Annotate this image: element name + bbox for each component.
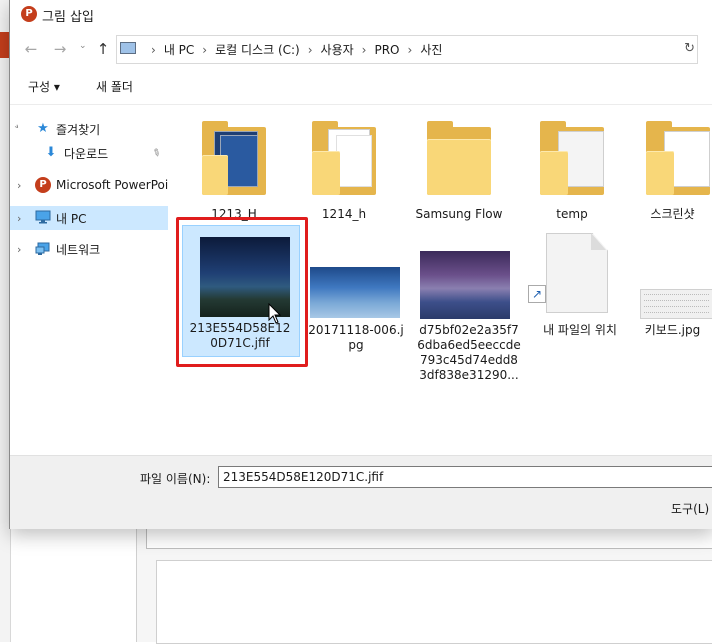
breadcrumb: › 내 PC › 로컬 디스크 (C:) › 사용자 › PRO › 사진 bbox=[143, 36, 442, 63]
navigation-pane: ˅ ★ 즐겨찾기 ⬇ 다운로드 ✎ › P Microsoft PowerPoi… bbox=[10, 105, 168, 455]
folder-icon bbox=[198, 117, 270, 197]
file-name-line1: d75bf02e2a35f7 bbox=[419, 323, 519, 337]
folder-icon bbox=[642, 117, 712, 197]
sidebar-item-powerpoint[interactable]: › P Microsoft PowerPoin bbox=[10, 173, 168, 197]
file-name-bar: 파일 이름(N): 213E554D58E120D71C.jfif 도구(L) bbox=[10, 455, 712, 529]
download-icon: ⬇ bbox=[45, 145, 57, 160]
highlight-box bbox=[176, 217, 308, 367]
file-item[interactable]: d75bf02e2a35f7 6dba6ed5eeccde 793c45d74e… bbox=[416, 225, 522, 385]
image-thumbnail bbox=[420, 251, 510, 319]
file-name-label: 파일 이름(N): bbox=[140, 472, 211, 486]
title-bar: P 그림 삽입 bbox=[10, 0, 712, 30]
powerpoint-icon: P bbox=[35, 177, 51, 193]
folder-item[interactable]: Samsung Flow bbox=[404, 111, 514, 223]
shortcut-arrow-icon: ↗ bbox=[528, 285, 546, 303]
chevron-right-icon[interactable]: › bbox=[17, 179, 21, 192]
folder-icon bbox=[536, 117, 608, 197]
star-icon: ★ bbox=[37, 121, 49, 136]
slide-placeholder bbox=[156, 560, 712, 644]
folder-item[interactable]: 1213_H bbox=[184, 111, 284, 223]
shortcut-name: 내 파일의 위치 bbox=[543, 323, 617, 337]
insert-picture-dialog: P 그림 삽입 ← → ⌄ ↑ › 내 PC › 로컬 디스크 (C:) › 사… bbox=[9, 0, 712, 529]
new-folder-button[interactable]: 새 폴더 bbox=[96, 78, 133, 95]
chevron-right-icon[interactable]: › bbox=[17, 243, 21, 256]
refresh-icon[interactable]: ↻ bbox=[684, 41, 695, 56]
sidebar-item-network[interactable]: › 네트워크 bbox=[10, 237, 168, 261]
folder-item[interactable]: 스크린샷 bbox=[632, 111, 712, 223]
sidebar-item-label: 내 PC bbox=[56, 211, 87, 226]
sidebar-item-label: 즐겨찾기 bbox=[56, 122, 101, 137]
slide-placeholder-top bbox=[146, 528, 712, 549]
organize-button[interactable]: 구성 ▾ bbox=[28, 78, 60, 95]
pc-icon bbox=[120, 42, 136, 54]
folder-icon bbox=[423, 117, 495, 197]
address-bar[interactable]: › 내 PC › 로컬 디스크 (C:) › 사용자 › PRO › 사진 ↻ bbox=[116, 35, 698, 64]
tools-button[interactable]: 도구(L) bbox=[671, 500, 709, 517]
forward-arrow-icon[interactable]: → bbox=[50, 39, 70, 59]
folder-name: 1214_h bbox=[321, 207, 367, 221]
breadcrumb-separator: › bbox=[151, 42, 156, 57]
chevron-right-icon[interactable]: › bbox=[17, 212, 21, 225]
file-name-line3: 793c45d74edd8 bbox=[420, 353, 518, 367]
breadcrumb-separator: › bbox=[202, 42, 208, 57]
breadcrumb-separator: › bbox=[361, 42, 367, 57]
sidebar-item-quick-access[interactable]: ˅ ★ 즐겨찾기 bbox=[10, 117, 168, 141]
navigation-bar: ← → ⌄ ↑ › 내 PC › 로컬 디스크 (C:) › 사용자 › PRO… bbox=[10, 32, 712, 66]
command-bar: 구성 ▾ 새 폴더 bbox=[10, 70, 712, 102]
sidebar-item-label: Microsoft PowerPoin bbox=[56, 178, 168, 192]
sidebar-item-label: 다운로드 bbox=[64, 146, 109, 161]
file-item[interactable]: 키보드.jpg bbox=[632, 225, 712, 355]
folder-icon bbox=[308, 117, 380, 197]
breadcrumb-item-pro[interactable]: PRO bbox=[374, 43, 399, 57]
recent-locations-chevron-icon[interactable]: ⌄ bbox=[79, 41, 87, 51]
folder-name: temp bbox=[556, 207, 588, 221]
file-name-field[interactable]: 213E554D58E120D71C.jfif bbox=[218, 466, 712, 488]
mouse-cursor-icon bbox=[268, 302, 282, 328]
chevron-down-icon[interactable]: ˅ bbox=[13, 122, 26, 135]
image-thumbnail bbox=[640, 289, 712, 319]
folder-name: Samsung Flow bbox=[415, 207, 503, 221]
sidebar-item-downloads[interactable]: ⬇ 다운로드 ✎ bbox=[10, 141, 168, 165]
file-name-line2: pg bbox=[348, 338, 364, 352]
pin-icon: ✎ bbox=[149, 146, 163, 160]
folder-name: 스크린샷 bbox=[650, 207, 695, 221]
up-arrow-icon[interactable]: ↑ bbox=[93, 39, 113, 59]
breadcrumb-item-users[interactable]: 사용자 bbox=[321, 41, 354, 58]
file-name-line4: 3df838e31290... bbox=[419, 368, 519, 382]
file-item[interactable]: 20171118-006.j pg bbox=[304, 225, 408, 355]
folder-item[interactable]: temp bbox=[522, 111, 622, 223]
dialog-title: 그림 삽입 bbox=[42, 10, 94, 25]
breadcrumb-separator: › bbox=[307, 42, 313, 57]
file-name-line1: 키보드.jpg bbox=[644, 323, 701, 337]
pc-icon bbox=[35, 210, 51, 226]
network-icon bbox=[35, 241, 51, 257]
breadcrumb-item-pictures[interactable]: 사진 bbox=[420, 41, 442, 58]
image-thumbnail bbox=[310, 267, 400, 318]
shortcut-item[interactable]: ↗ 내 파일의 위치 bbox=[528, 225, 632, 355]
powerpoint-icon: P bbox=[21, 6, 37, 22]
file-name-line1: 20171118-006.j bbox=[308, 323, 404, 337]
breadcrumb-separator: › bbox=[407, 42, 413, 57]
breadcrumb-item-this-pc[interactable]: 내 PC bbox=[164, 41, 194, 58]
back-arrow-icon[interactable]: ← bbox=[21, 39, 41, 59]
folder-item[interactable]: 1214_h bbox=[294, 111, 394, 223]
file-name-line2: 6dba6ed5eeccde bbox=[417, 338, 521, 352]
sidebar-item-label: 네트워크 bbox=[56, 242, 101, 257]
sidebar-item-this-pc[interactable]: › 내 PC bbox=[10, 206, 168, 230]
breadcrumb-item-local-disk[interactable]: 로컬 디스크 (C:) bbox=[215, 41, 300, 58]
file-list: 1213_H 1214_h Samsung Flow temp 스크린샷 213… bbox=[170, 105, 712, 455]
